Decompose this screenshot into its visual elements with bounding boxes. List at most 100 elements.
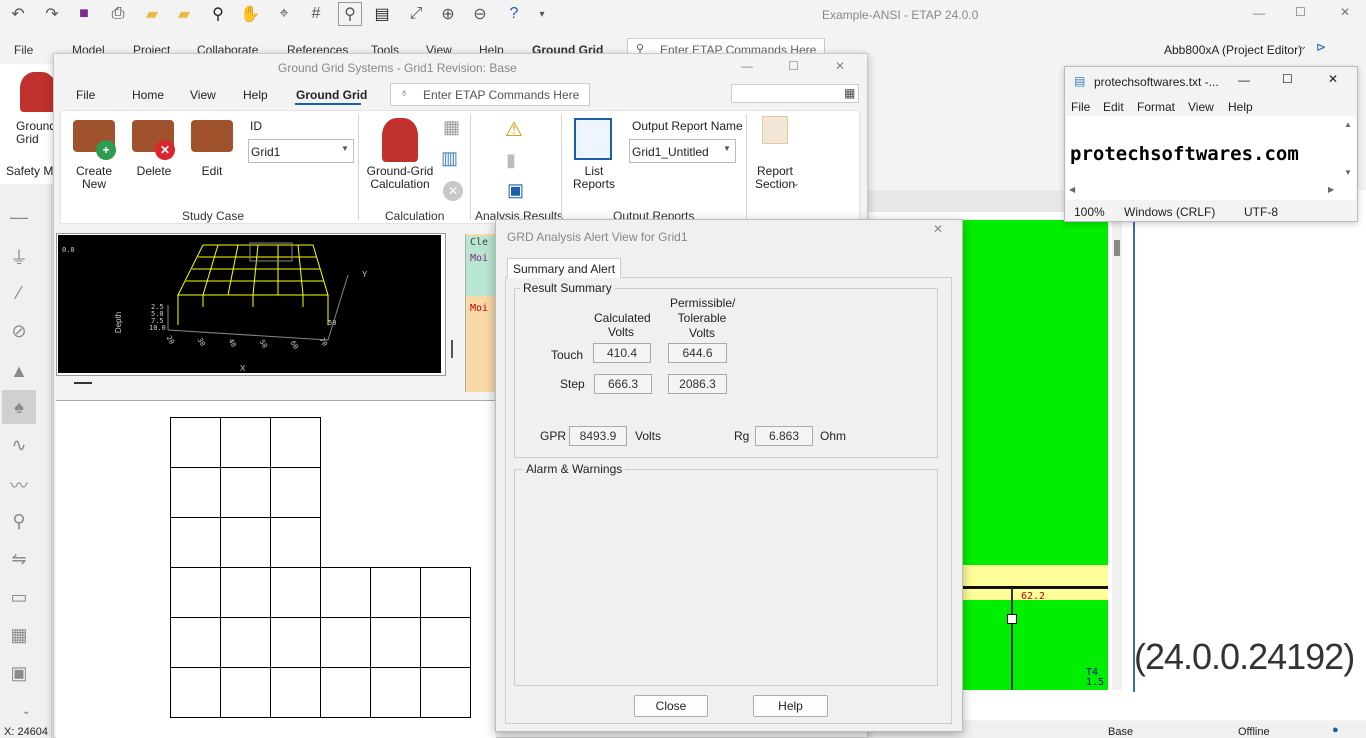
gg-command-input[interactable]: Enter ETAP Commands Here — [423, 88, 579, 102]
conductor-tool-icon[interactable]: ⊘ — [2, 314, 36, 348]
open-folder-icon[interactable]: ▰ — [172, 2, 196, 26]
panel-tool-icon[interactable]: ▣ — [2, 656, 36, 690]
gg-close-icon[interactable]: ✕ — [835, 59, 845, 73]
rod-tool-icon[interactable]: ⁄ — [2, 276, 36, 310]
save-icon[interactable]: ■ — [72, 2, 96, 26]
cursor-tool-icon[interactable]: ⌖ — [272, 2, 296, 26]
pan-hand-icon[interactable]: ✋ — [238, 2, 262, 26]
grid-config-icon[interactable]: ▦ — [443, 117, 460, 138]
notepad-menu-file[interactable]: File — [1071, 100, 1090, 114]
oneline-scrollbar[interactable] — [1112, 222, 1122, 690]
grid-cell — [170, 667, 221, 718]
alert-tab-summary[interactable]: Summary and Alert — [507, 258, 622, 278]
list-reports-button[interactable]: List Reports — [570, 165, 618, 191]
notepad-menu-format[interactable]: Format — [1137, 100, 1175, 114]
minimize-icon[interactable]: — — [1253, 6, 1265, 20]
close-icon[interactable]: ✕ — [1340, 5, 1350, 19]
status-user-icon[interactable]: ● — [1332, 724, 1339, 736]
ground-grid-tool-icon[interactable]: ♠ — [2, 390, 36, 424]
notepad-close-icon[interactable]: ✕ — [1328, 72, 1338, 86]
chevron-down-icon[interactable]: ⌄ — [1299, 41, 1307, 52]
left-ground-grid-logo-icon[interactable] — [20, 72, 56, 112]
find-icon[interactable]: ⚲ — [338, 2, 362, 26]
new-folder-icon[interactable]: ▰ — [140, 2, 164, 26]
alert-dialog-close-icon[interactable]: ✕ — [933, 222, 943, 236]
breaker-icon[interactable] — [1007, 614, 1017, 624]
notepad-scroll-right-icon[interactable]: ▶ — [1328, 185, 1334, 194]
toolbar-overflow-icon[interactable]: ▾ — [530, 2, 554, 26]
wave-tool-icon[interactable]: ∿ — [2, 428, 36, 462]
plot3d-canvas[interactable] — [58, 235, 441, 373]
maximize-icon[interactable]: ☐ — [1295, 5, 1306, 19]
edit-icon[interactable] — [191, 120, 233, 152]
oneline-green-area — [962, 220, 1108, 690]
bus-tool-icon[interactable]: — — [2, 200, 36, 234]
binoculars-icon[interactable]: ⚲ — [206, 2, 230, 26]
help-cursor-icon[interactable]: ? — [502, 2, 526, 26]
notepad-scroll-down-icon[interactable]: ▼ — [1344, 168, 1352, 177]
user-mode[interactable]: Abb800xA (Project Editor) — [1164, 43, 1302, 57]
motor-tool-icon[interactable]: ⚲ — [2, 504, 36, 538]
gg-maximize-icon[interactable]: ☐ — [788, 59, 799, 73]
gg-tab-file[interactable]: File — [76, 88, 95, 102]
delete-button[interactable]: Delete — [132, 165, 176, 178]
report-book-icon[interactable]: ▣ — [507, 180, 524, 201]
alert-help-button[interactable]: Help — [753, 695, 828, 717]
safety-mode-label[interactable]: Safety Mo — [6, 164, 60, 178]
gg-tab-help[interactable]: Help — [243, 88, 268, 102]
notepad-maximize-icon[interactable]: ☐ — [1282, 72, 1293, 86]
mode-icon[interactable]: ⊳ — [1316, 40, 1326, 54]
print-icon[interactable]: ⎙ — [106, 2, 130, 26]
solar-tool-icon[interactable]: ▦ — [2, 618, 36, 652]
ground-tool-icon[interactable]: ⏚ — [2, 240, 36, 274]
zoom-out-icon[interactable]: ⊖ — [468, 2, 492, 26]
cable-tool-icon[interactable]: ▭ — [2, 580, 36, 614]
grid-icon[interactable]: # — [304, 2, 328, 26]
switch-tool-icon[interactable]: ⇋ — [2, 542, 36, 576]
plot3d-depth-tick-4: 10.0 — [149, 324, 166, 332]
gg-tab-home[interactable]: Home — [132, 88, 164, 102]
gg-tab-ground-grid[interactable]: Ground Grid — [296, 88, 367, 102]
fire-tool-icon[interactable]: ▲ — [2, 354, 36, 388]
fit-icon[interactable]: ⤢ — [404, 2, 428, 26]
palette-scroll-icon[interactable]: ⌄ — [22, 706, 30, 717]
plot3d-hscroll[interactable] — [74, 382, 92, 384]
bar-chart-icon[interactable]: ▮ — [506, 150, 516, 171]
gg-tab-view[interactable]: View — [190, 88, 216, 102]
notepad-scroll-up-icon[interactable]: ▲ — [1344, 120, 1352, 129]
calendar-icon[interactable]: ▦ — [844, 86, 855, 100]
notepad-scroll-left-icon[interactable]: ◀ — [1069, 185, 1075, 194]
alert-warning-icon[interactable]: ⚠ — [505, 117, 523, 142]
notepad-title: protechsoftwares.txt -... — [1094, 75, 1219, 89]
menu-file[interactable]: File — [14, 43, 33, 57]
left-ground-grid-label[interactable]: Ground Grid — [16, 120, 56, 146]
touch-permissible-field: 644.6 — [668, 343, 727, 363]
notepad-minimize-icon[interactable]: — — [1238, 73, 1250, 87]
oneline-scroll-thumb[interactable] — [1114, 240, 1120, 256]
report-section-icon[interactable] — [762, 116, 788, 144]
gg-minimize-icon[interactable]: — — [741, 59, 753, 73]
redo-icon[interactable]: ↷ — [40, 2, 64, 26]
notepad-menu-view[interactable]: View — [1188, 100, 1214, 114]
stop-calc-icon[interactable]: ✕ — [443, 181, 463, 201]
oneline-bus-line[interactable] — [962, 586, 1108, 589]
zoom-in-icon[interactable]: ⊕ — [436, 2, 460, 26]
notepad-menu-edit[interactable]: Edit — [1103, 100, 1124, 114]
list-reports-icon[interactable] — [574, 118, 612, 160]
create-new-button[interactable]: Create New — [74, 165, 114, 191]
output-report-dropdown-icon[interactable]: ▼ — [723, 144, 731, 153]
report-icon[interactable]: ▤ — [370, 2, 394, 26]
grid-cell — [220, 617, 271, 668]
alert-close-button[interactable]: Close — [634, 695, 708, 717]
gg-search-field[interactable] — [731, 84, 859, 103]
edit-button[interactable]: Edit — [192, 165, 232, 178]
notepad-content[interactable]: protechsoftwares.com — [1070, 143, 1299, 165]
plot3d-splitter[interactable] — [451, 340, 453, 358]
notepad-menu-help[interactable]: Help — [1228, 100, 1253, 114]
study-case-dropdown-icon[interactable]: ▼ — [341, 144, 349, 153]
ground-grid-calculation-icon[interactable] — [382, 118, 418, 162]
signal-tool-icon[interactable]: 〰 — [2, 468, 36, 502]
grid-3d-icon[interactable]: ▥ — [441, 148, 458, 169]
ground-grid-calculation-button[interactable]: Ground-Grid Calculation — [364, 165, 436, 191]
undo-icon[interactable]: ↶ — [6, 2, 30, 26]
